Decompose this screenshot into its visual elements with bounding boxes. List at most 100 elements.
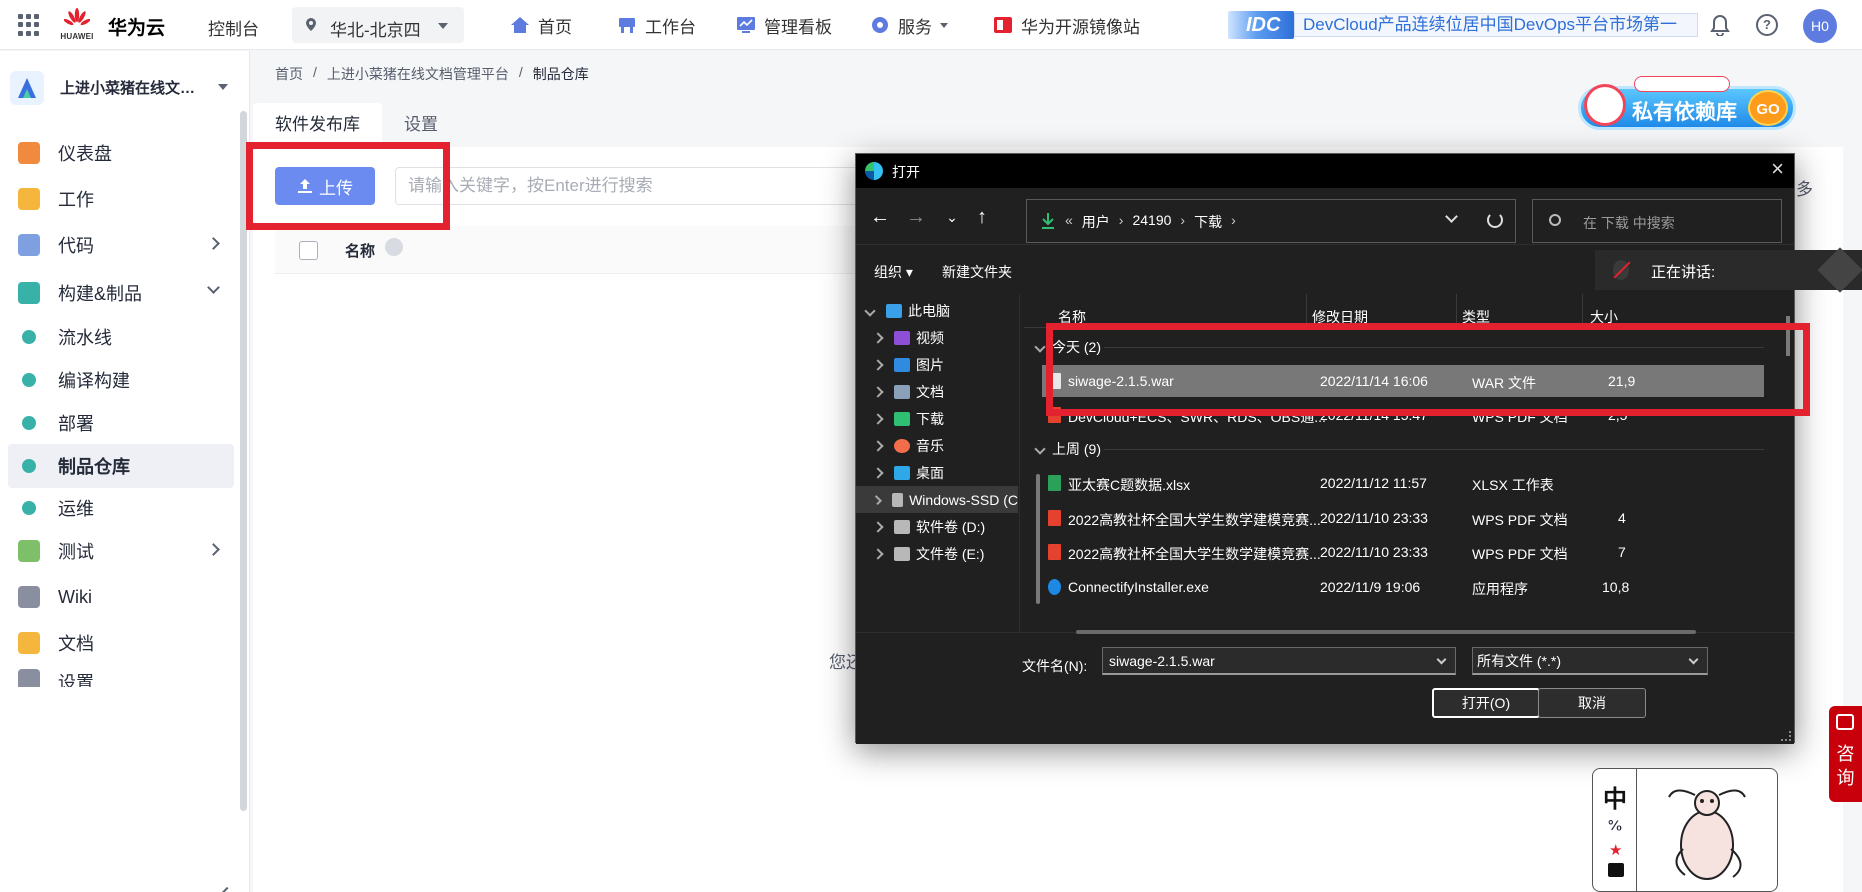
nav-service[interactable]: 服务 [870,13,948,37]
sidebar-item-test[interactable]: 测试 [8,529,234,573]
path-segment[interactable]: 用户 [1082,212,1110,232]
tab-settings[interactable]: 设置 [382,103,460,147]
sidebar-item-code[interactable]: 代码 [8,223,234,267]
chevron-right-icon[interactable] [872,466,884,479]
nav-mirror[interactable]: 华为开源镜像站 [993,13,1140,37]
nav-home[interactable]: 首页 [510,13,572,37]
folder-tree-scrollbar[interactable] [1036,474,1040,604]
sidebar-item-settings[interactable]: 设置 [8,667,234,687]
sidebar-item-work[interactable]: 工作 [8,177,234,221]
private-repo-promo[interactable]: 私有依赖库 GO [1570,72,1800,134]
tree-item-pictures[interactable]: 图片 [856,351,1018,378]
bell-icon[interactable] [1710,14,1730,36]
recent-locations-icon[interactable]: ⌄ [940,208,964,226]
refresh-icon[interactable] [1487,212,1503,228]
sidebar-item-label: 文档 [58,634,94,654]
promo-badges [1634,76,1730,92]
app-grid-icon[interactable] [18,14,40,36]
sidebar-item-docs[interactable]: 文档 [8,621,234,665]
file-row[interactable]: 2022高教社杯全国大学生数学建模竞赛... 2022/11/10 23:33 … [1042,502,1764,534]
path-overflow[interactable]: « [1065,212,1073,232]
help-icon[interactable]: ? [1756,14,1778,36]
tree-item-this-pc[interactable]: 此电脑 [856,297,1018,324]
new-folder-button[interactable]: 新建文件夹 [942,262,1012,282]
sidebar-item-wiki[interactable]: Wiki [8,575,234,619]
breadcrumb-home[interactable]: 首页 [275,64,303,84]
resize-grip-icon[interactable] [1781,731,1791,741]
chevron-right-icon[interactable] [872,385,884,398]
language-toggle[interactable]: 中 [1603,779,1627,814]
search-icon [1549,214,1561,226]
idc-banner[interactable]: IDC DevCloud产品连续位居中国DevOps平台市场第一 [1228,11,1698,39]
chevron-down-icon[interactable] [864,304,876,317]
sidebar-item-ops[interactable]: 运维 [8,486,234,530]
sidebar-item-dashboard[interactable]: 仪表盘 [8,131,234,175]
tree-item-desktop[interactable]: 桌面 [856,459,1018,486]
brand-name[interactable]: 华为云 [108,13,165,40]
filetype-select[interactable]: 所有文件 (*.*) [1472,647,1708,675]
huawei-logo[interactable]: HUAWEI [56,8,98,42]
tree-item-drive-c[interactable]: Windows-SSD (C [856,486,1018,513]
tree-item-downloads[interactable]: 下载 [856,405,1018,432]
chevron-right-icon[interactable] [872,439,884,452]
project-selector[interactable]: 上进小菜猪在线文档管理平台 [10,67,238,107]
filename-input[interactable]: siwage-2.1.5.war [1102,647,1456,675]
address-bar[interactable]: « 用户 › 24190 › 下载 › [1026,199,1516,243]
chevron-right-icon[interactable] [872,331,884,344]
sidebar-item-deploy[interactable]: 部署 [8,401,234,445]
sidebar-item-artifact-repo[interactable]: 制品仓库 [8,444,234,488]
sidebar-item-compile[interactable]: 编译构建 [8,358,234,402]
collapse-sidebar-icon[interactable] [219,886,235,892]
search-input[interactable]: 请输入关键字，按Enter进行搜索 [395,167,865,205]
chevron-down-icon[interactable] [1436,654,1447,665]
shirt-icon[interactable] [1608,863,1624,877]
nav-workbench[interactable]: 工作台 [617,13,696,37]
chevron-right-icon[interactable] [872,520,884,533]
forward-icon[interactable]: → [904,207,928,227]
back-icon[interactable]: ← [868,207,892,227]
dialog-search-placeholder: 在 下载 中搜索 [1583,215,1675,231]
file-type: 应用程序 [1472,581,1528,597]
tree-item-music[interactable]: 音乐 [856,432,1018,459]
file-row[interactable]: 2022高教社杯全国大学生数学建模竞赛... 2022/11/10 23:33 … [1042,536,1764,568]
mascot-widget[interactable]: 中 °⁄₀ ★ [1592,768,1778,892]
tree-item-videos[interactable]: 视频 [856,324,1018,351]
organize-button[interactable]: 组织 ▾ [874,262,913,282]
console-link[interactable]: 控制台 [208,15,259,40]
path-segment[interactable]: 下载 [1194,212,1222,232]
sidebar-item-pipeline[interactable]: 流水线 [8,315,234,359]
cancel-button[interactable]: 取消 [1538,688,1646,718]
chevron-right-icon[interactable] [872,358,884,371]
breadcrumb-project[interactable]: 上进小菜猪在线文档管理平台 [327,64,509,84]
nav-dashboard[interactable]: 管理看板 [736,13,832,37]
group-last-week[interactable]: 上周 (9) [1024,434,1764,464]
file-row[interactable]: ConnectifyInstaller.exe 2022/11/9 19:06 … [1042,571,1764,603]
chevron-right-icon [207,543,220,556]
open-button[interactable]: 打开(O) [1432,688,1540,718]
chevron-right-icon[interactable] [872,547,884,560]
dialog-titlebar[interactable]: 打开 × [856,154,1794,188]
file-list-hscrollbar[interactable] [1076,630,1696,634]
up-folder-icon[interactable]: ↑ [970,207,994,227]
region-selector[interactable]: 华北-北京四 [292,7,464,43]
sidebar-item-build-artifact[interactable]: 构建&制品 [8,271,234,315]
percent-icon[interactable]: °⁄₀ [1608,817,1622,833]
avatar[interactable]: H0 [1803,9,1837,43]
star-icon[interactable]: ★ [1609,841,1622,859]
build-icon [18,282,40,304]
chevron-right-icon[interactable] [872,412,884,425]
consult-button[interactable]: 咨询 [1829,706,1862,802]
chevron-down-icon[interactable] [1445,210,1458,223]
more-link[interactable]: 多 [1796,175,1813,200]
select-all-checkbox[interactable] [299,241,318,260]
file-row[interactable]: 亚太赛C题数据.xlsx 2022/11/12 11:57 XLSX 工作表 [1042,467,1764,499]
chevron-right-icon[interactable] [872,494,883,505]
sort-icon[interactable] [385,238,403,256]
path-segment[interactable]: 24190 [1132,212,1171,232]
tree-item-drive-d[interactable]: 软件卷 (D:) [856,513,1018,540]
dialog-search-input[interactable]: 在 下载 中搜索 [1532,199,1782,243]
close-icon[interactable]: × [1771,156,1784,182]
tab-software-release[interactable]: 软件发布库 [253,103,382,147]
tree-item-documents[interactable]: 文档 [856,378,1018,405]
tree-item-drive-e[interactable]: 文件卷 (E:) [856,540,1018,567]
